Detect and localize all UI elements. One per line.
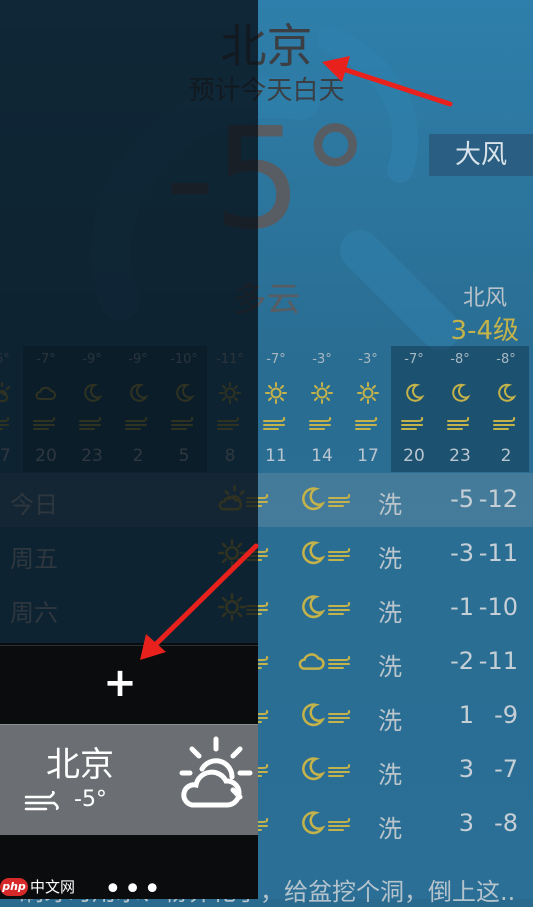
daily-high: 3 [458,809,474,837]
hourly-temperature: -8° [496,352,516,367]
wind-icon [447,416,473,430]
hourly-item: -3° 17 [345,346,391,472]
daily-low: -7 [494,755,518,783]
moon-icon [495,382,517,404]
wind-icon [328,493,354,507]
wind-icon [328,655,354,669]
wind-icon [328,763,354,777]
moon-icon [298,809,326,837]
car-wash-index: 洗 [378,815,402,843]
daily-high: -3 [450,539,474,567]
daily-low: -8 [494,809,518,837]
car-wash-index: 洗 [378,707,402,735]
hourly-temperature: -3° [358,352,378,367]
hourly-item: -8° 23 [437,346,483,472]
moon-icon [403,382,425,404]
hourly-hour: 2 [500,446,512,466]
car-wash-index: 洗 [378,653,402,681]
wind-icon [328,547,354,561]
cloud-icon [298,647,326,675]
wind-direction: 北风 [462,286,507,311]
plus-icon: + [103,660,137,706]
sun-icon [265,382,287,404]
hourly-item: -7° 11 [253,346,299,472]
moon-icon [298,485,326,513]
wind-level: 3-4级 [450,316,519,346]
wind-icon [328,709,354,723]
daily-high: 1 [458,701,474,729]
hourly-hour: 11 [265,446,287,466]
daily-low: -12 [478,485,518,513]
hourly-temperature: -3° [312,352,332,367]
hourly-temperature: -7° [266,352,286,367]
hourly-item: -7° 20 [391,346,437,472]
hourly-temperature: -7° [404,352,424,367]
wind-icon [493,416,519,430]
daily-high: -5 [450,485,474,513]
moon-icon [298,539,326,567]
car-wash-index: 洗 [378,491,402,519]
sun-icon [357,382,379,404]
hourly-hour: 20 [403,446,425,466]
moon-icon [298,701,326,729]
daily-low: -11 [478,647,518,675]
hourly-hour: 17 [357,446,379,466]
moon-icon [449,382,471,404]
watermark-text: 中文网 [30,878,76,896]
daily-high: -1 [450,593,474,621]
wind-icon [24,791,59,811]
daily-low: -10 [478,593,518,621]
daily-high: -2 [450,647,474,675]
car-wash-index: 洗 [378,761,402,789]
hourly-item: -3° 14 [299,346,345,472]
add-city-button[interactable]: + [0,645,258,724]
car-wash-index: 洗 [378,599,402,627]
wind-icon [401,416,427,430]
car-wash-index: 洗 [378,545,402,573]
city-card[interactable]: 北京 -5° [0,724,258,835]
daily-low: -11 [478,539,518,567]
wind-icon [328,601,354,615]
more-menu-button[interactable]: ••• [104,872,163,907]
wind-icon [355,416,381,430]
wind-icon [263,416,289,430]
city-card-temperature: -5° [74,787,107,812]
sun-cloud-icon [179,736,253,808]
daily-low: -9 [494,701,518,729]
hourly-hour: 23 [449,446,471,466]
hourly-hour: 14 [311,446,333,466]
hourly-item: -8° 2 [483,346,529,472]
daily-high: 3 [458,755,474,783]
hourly-temperature: -8° [450,352,470,367]
moon-icon [298,755,326,783]
wind-icon [309,416,335,430]
sun-icon [311,382,333,404]
watermark-logo: php [0,878,28,896]
wind-icon [328,817,354,831]
moon-icon [298,593,326,621]
city-card-name: 北京 [46,745,114,785]
